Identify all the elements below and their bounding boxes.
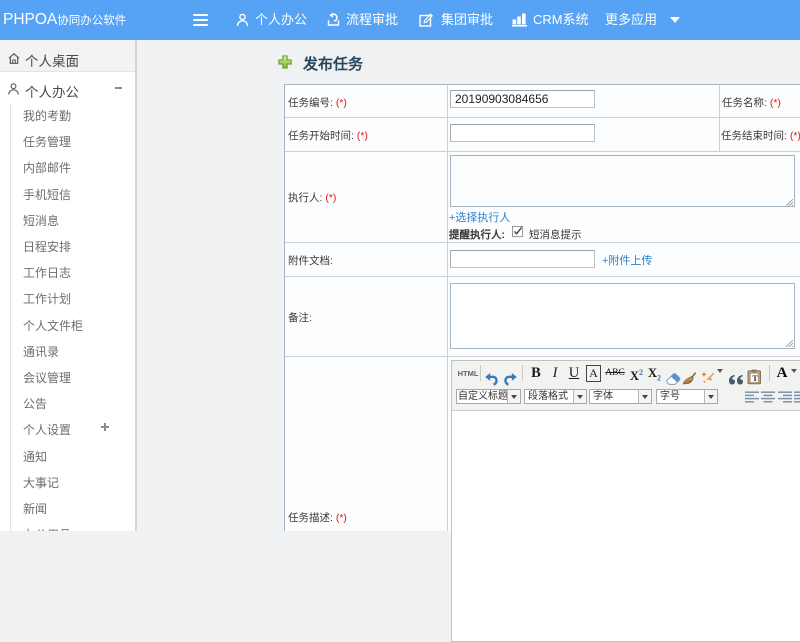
svg-text:T: T [752,373,758,383]
